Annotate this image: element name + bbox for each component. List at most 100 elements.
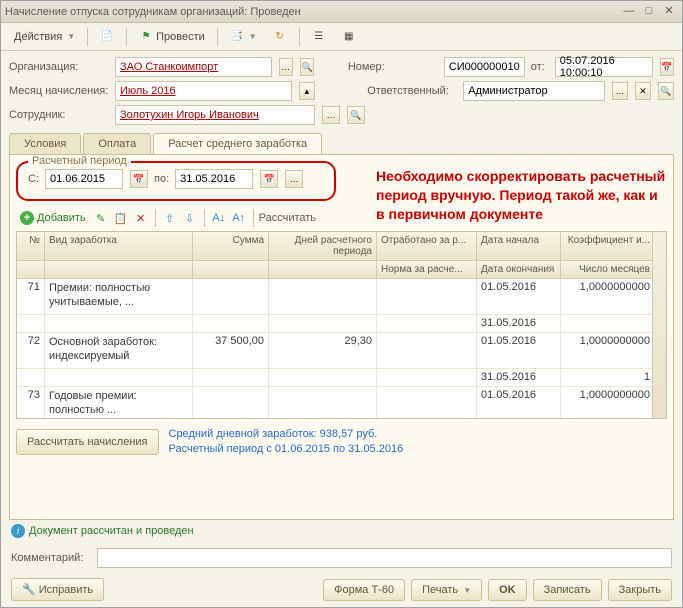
- col-sum[interactable]: Сумма: [193, 232, 269, 260]
- table-row[interactable]: 31.05.2016: [17, 315, 666, 333]
- form-t60-button[interactable]: Форма Т-60: [323, 579, 405, 601]
- from-label: от:: [531, 61, 549, 73]
- period-from-label: С:: [28, 173, 39, 185]
- tab-payment[interactable]: Оплата: [83, 133, 151, 154]
- table-body: 71Премии: полностью учитываемые, ...01.0…: [17, 279, 666, 419]
- minimize-button[interactable]: —: [620, 4, 638, 20]
- date-input[interactable]: 05.07.2016 10:00:10: [555, 57, 653, 77]
- refresh-icon: ↻: [273, 30, 287, 44]
- annotation-text: Необходимо скорректировать расчетный пер…: [376, 167, 666, 224]
- comment-input[interactable]: [97, 548, 672, 568]
- org-input[interactable]: ЗАО Станкоимпорт: [115, 57, 272, 77]
- report-icon: 📑: [230, 30, 244, 44]
- table-row[interactable]: 73Годовые премии: полностью ...01.05.201…: [17, 387, 666, 419]
- edit-icon[interactable]: ✎: [92, 209, 110, 227]
- wrench-icon: 🔧: [22, 584, 36, 596]
- ok-button[interactable]: OK: [488, 579, 527, 601]
- calculate-link[interactable]: Рассчитать: [259, 212, 316, 224]
- chevron-down-icon: ▼: [67, 32, 75, 41]
- period-from-input[interactable]: 01.06.2015: [45, 169, 123, 189]
- bottom-bar: 🔧 Исправить Форма Т-60 Печать ▼ OK Запис…: [11, 578, 672, 601]
- org-open-button[interactable]: 🔍: [300, 58, 314, 76]
- tabs: Условия Оплата Расчет среднего заработка: [9, 133, 674, 154]
- date-picker-button[interactable]: 📅: [660, 58, 674, 76]
- refresh-button[interactable]: ↻: [266, 26, 294, 48]
- plus-icon: +: [20, 211, 34, 225]
- col-dend[interactable]: Дата окончания: [477, 261, 561, 278]
- table-row[interactable]: 31.05.20161: [17, 369, 666, 387]
- month-input[interactable]: Июль 2016: [115, 81, 292, 101]
- chevron-down-icon: ▼: [249, 32, 257, 41]
- summary-text: Средний дневной заработок: 938,57 руб. Р…: [169, 427, 404, 458]
- earnings-table: № Вид заработка Сумма Дней расчетного пе…: [16, 231, 667, 419]
- separator: [299, 28, 300, 46]
- period-to-input[interactable]: 31.05.2016: [175, 169, 253, 189]
- maximize-button[interactable]: □: [640, 4, 658, 20]
- resp-clear-button[interactable]: ✕: [635, 82, 651, 100]
- print-button[interactable]: Печать ▼: [411, 579, 482, 601]
- col-dstart[interactable]: Дата начала: [477, 232, 561, 260]
- org-select-button[interactable]: …: [279, 58, 293, 76]
- document-icon: 📄: [100, 30, 114, 44]
- list-button[interactable]: ☰: [305, 26, 333, 48]
- col-days[interactable]: Дней расчетного периода: [269, 232, 377, 260]
- sort-desc-icon[interactable]: A↑: [230, 209, 248, 227]
- tab-conditions[interactable]: Условия: [9, 133, 81, 154]
- comment-label: Комментарий:: [11, 552, 91, 564]
- period-more-button[interactable]: …: [285, 170, 303, 188]
- chevron-down-icon: ▼: [463, 586, 471, 595]
- close-window-button[interactable]: Закрыть: [608, 579, 672, 601]
- calculate-accruals-button[interactable]: Рассчитать начисления: [16, 429, 159, 455]
- separator: [204, 209, 205, 227]
- period-to-label: по:: [154, 173, 169, 185]
- save-button[interactable]: Записать: [533, 579, 602, 601]
- vertical-scrollbar[interactable]: [652, 232, 666, 418]
- window: Начисление отпуска сотрудникам организац…: [0, 0, 683, 608]
- post-button[interactable]: ⚑Провести: [132, 26, 212, 48]
- fix-button[interactable]: 🔧 Исправить: [11, 578, 104, 601]
- employee-select-button[interactable]: …: [322, 106, 340, 124]
- resp-open-button[interactable]: 🔍: [658, 82, 674, 100]
- period-group: Расчетный период С: 01.06.2015 📅 по: 31.…: [16, 161, 336, 201]
- col-coef[interactable]: Коэффициент и...: [561, 232, 655, 260]
- period-to-calendar-button[interactable]: 📅: [260, 170, 278, 188]
- header-form: Организация: ЗАО Станкоимпорт … 🔍 Номер:…: [1, 51, 682, 131]
- add-row-button[interactable]: +Добавить: [16, 209, 90, 227]
- separator: [253, 209, 254, 227]
- new-button[interactable]: 📄: [93, 26, 121, 48]
- employee-input[interactable]: Золотухин Игорь Иванович: [115, 105, 315, 125]
- col-num[interactable]: №: [17, 232, 45, 260]
- tab-pane: Расчетный период С: 01.06.2015 📅 по: 31.…: [9, 154, 674, 520]
- table-header-row1: № Вид заработка Сумма Дней расчетного пе…: [17, 232, 666, 261]
- col-months[interactable]: Число месяцев: [561, 261, 655, 278]
- delete-icon[interactable]: ✕: [132, 209, 150, 227]
- actions-menu[interactable]: Действия▼: [7, 26, 82, 48]
- col-kind[interactable]: Вид заработка: [45, 232, 193, 260]
- info-icon: i: [11, 524, 25, 538]
- employee-open-button[interactable]: 🔍: [347, 106, 365, 124]
- sort-asc-icon[interactable]: A↓: [210, 209, 228, 227]
- window-title: Начисление отпуска сотрудникам организац…: [5, 6, 618, 18]
- number-input[interactable]: СИ000000010: [444, 57, 525, 77]
- resp-input[interactable]: Администратор: [463, 81, 605, 101]
- period-from-calendar-button[interactable]: 📅: [130, 170, 148, 188]
- table-row[interactable]: 72Основной заработок: индексируемый37 50…: [17, 333, 666, 369]
- move-up-icon[interactable]: ⇧: [161, 209, 179, 227]
- table-row[interactable]: 71Премии: полностью учитываемые, ...01.0…: [17, 279, 666, 315]
- col-norm[interactable]: Норма за расче...: [377, 261, 477, 278]
- period-group-title: Расчетный период: [28, 155, 131, 167]
- resp-select-button[interactable]: …: [612, 82, 628, 100]
- table-header-row2: Норма за расче... Дата окончания Число м…: [17, 261, 666, 279]
- separator: [87, 28, 88, 46]
- grid-icon: ▦: [342, 30, 356, 44]
- month-up-button[interactable]: ▴: [299, 82, 315, 100]
- copy-icon[interactable]: 📋: [112, 209, 130, 227]
- close-button[interactable]: ✕: [660, 4, 678, 20]
- report-button[interactable]: 📑▼: [223, 26, 264, 48]
- separator: [126, 28, 127, 46]
- move-down-icon[interactable]: ⇩: [181, 209, 199, 227]
- tab-average-calc[interactable]: Расчет среднего заработка: [153, 133, 322, 154]
- col-worked[interactable]: Отработано за р...: [377, 232, 477, 260]
- grid-button[interactable]: ▦: [335, 26, 363, 48]
- list-icon: ☰: [312, 30, 326, 44]
